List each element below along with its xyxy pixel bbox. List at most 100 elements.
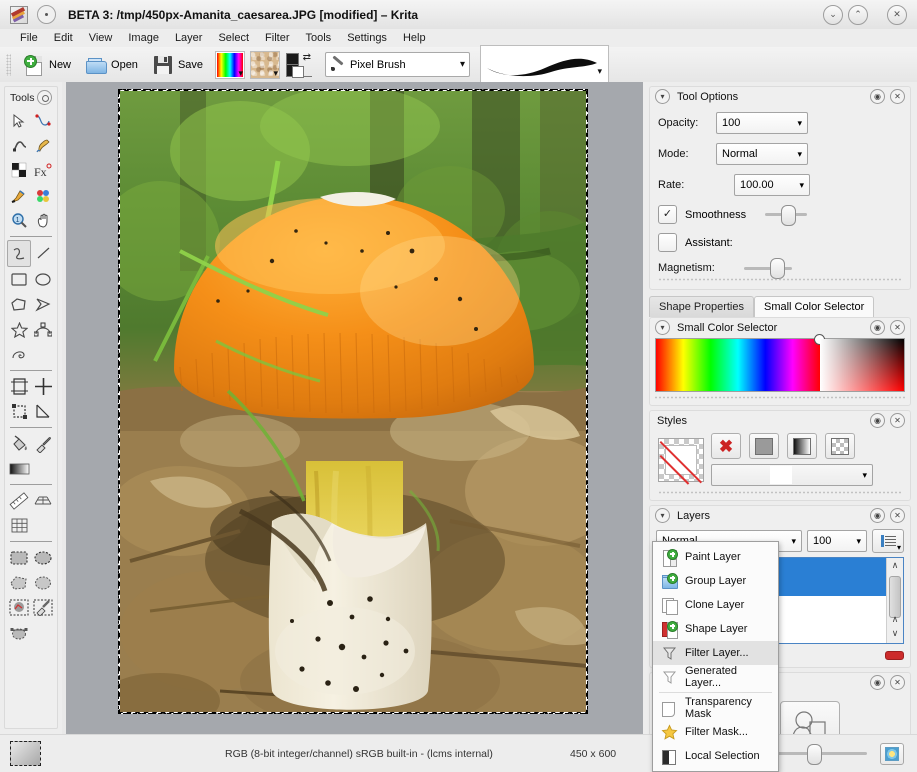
float-dock-icon[interactable]: ◉	[870, 508, 885, 523]
tool-bezier-curve[interactable]	[31, 317, 55, 342]
menu-item-transparency-mask[interactable]: Transparency Mask	[653, 696, 778, 720]
float-dock-icon[interactable]: ◉	[870, 675, 885, 690]
tool-select-elliptical[interactable]	[31, 545, 55, 570]
smoothness-slider[interactable]	[765, 208, 807, 222]
remove-layer-icon[interactable]	[885, 651, 904, 660]
tool-select-rectangular[interactable]	[7, 545, 31, 570]
tab-small-color-selector[interactable]: Small Color Selector	[754, 296, 874, 317]
document-canvas[interactable]	[118, 89, 588, 714]
menu-view[interactable]: View	[81, 31, 121, 45]
smoothness-checkbox[interactable]: ✓	[658, 205, 677, 224]
scroll-up-icon-2[interactable]: ∧	[887, 612, 903, 627]
close-window-button[interactable]: ✕	[887, 5, 907, 25]
close-dock-icon[interactable]: ✕	[890, 675, 905, 690]
float-dock-icon[interactable]: ◉	[870, 320, 885, 335]
tool-edit-path[interactable]	[31, 108, 55, 133]
menu-edit[interactable]: Edit	[46, 31, 81, 45]
opacity-combo[interactable]: 100 ▾	[716, 112, 808, 134]
zoom-preview-button[interactable]	[880, 743, 904, 765]
saturation-value-picker[interactable]	[820, 339, 904, 391]
style-gradient-button[interactable]	[787, 433, 817, 459]
magnetism-slider[interactable]	[744, 261, 792, 275]
shade-up-button[interactable]: ⌃	[848, 5, 868, 25]
tool-freehand-brush[interactable]	[7, 183, 31, 208]
style-solid-color-button[interactable]	[749, 433, 779, 459]
tool-polygon[interactable]	[7, 292, 31, 317]
menu-item-local-selection[interactable]: Local Selection	[653, 744, 778, 768]
foreground-background-color-icon[interactable]: ⇄	[285, 52, 313, 78]
dock-resize-grip[interactable]	[655, 395, 905, 400]
add-layer-context-menu[interactable]: Paint Layer Group Layer Clone Layer Shap…	[652, 541, 779, 772]
float-dock-icon[interactable]: ◉	[870, 89, 885, 104]
menu-help[interactable]: Help	[395, 31, 434, 45]
tool-select-shapes[interactable]	[7, 108, 31, 133]
tool-crop[interactable]	[7, 399, 31, 424]
menu-item-filter-mask[interactable]: Filter Mask...	[653, 720, 778, 744]
tool-select-contiguous[interactable]	[7, 595, 31, 620]
tool-calligraphy[interactable]	[7, 133, 31, 158]
menu-settings[interactable]: Settings	[339, 31, 395, 45]
tool-perspective-grid[interactable]	[31, 488, 55, 513]
close-dock-icon[interactable]: ✕	[890, 89, 905, 104]
style-pattern-button[interactable]	[825, 433, 855, 459]
tool-freehand-path[interactable]	[7, 240, 31, 267]
shade-down-button[interactable]: ⌄	[823, 5, 843, 25]
rate-combo[interactable]: 100.00 ▾	[734, 174, 810, 196]
no-style-icon[interactable]	[658, 438, 704, 482]
tool-dynamic-spiral[interactable]	[7, 342, 31, 367]
gradient-swatch-icon[interactable]: ▾	[215, 51, 245, 79]
menu-item-shape-layer[interactable]: Shape Layer	[653, 617, 778, 641]
tool-rectangle[interactable]	[7, 267, 31, 292]
mode-combo[interactable]: Normal ▾	[716, 143, 808, 165]
close-dock-icon[interactable]: ✕	[890, 413, 905, 428]
new-document-button[interactable]: New	[17, 52, 77, 78]
pattern-swatch-icon[interactable]: ▾	[250, 51, 280, 79]
float-dock-icon[interactable]: ◉	[870, 413, 885, 428]
tool-transform[interactable]	[7, 374, 31, 399]
menu-item-paint-layer[interactable]: Paint Layer	[653, 545, 778, 569]
menu-image[interactable]: Image	[120, 31, 167, 45]
tool-grid[interactable]	[7, 513, 31, 538]
close-dock-icon[interactable]: ✕	[890, 508, 905, 523]
scroll-up-icon[interactable]: ∧	[887, 558, 903, 573]
tool-ellipse[interactable]	[31, 267, 55, 292]
menu-item-clone-layer[interactable]: Clone Layer	[653, 593, 778, 617]
menu-select[interactable]: Select	[210, 31, 257, 45]
tool-zoom[interactable]: 1	[7, 208, 31, 233]
tool-move[interactable]	[31, 374, 55, 399]
style-none-button[interactable]: ✖	[711, 433, 741, 459]
hue-gradient-picker[interactable]	[656, 339, 820, 391]
stroke-width-selector[interactable]: ▾	[711, 464, 873, 486]
configure-icon[interactable]	[37, 90, 52, 105]
tool-select-outline[interactable]	[31, 570, 55, 595]
tool-gradient[interactable]	[7, 456, 31, 481]
assistant-checkbox[interactable]	[658, 233, 677, 252]
layer-opacity-combo[interactable]: 100 ▾	[807, 530, 867, 552]
tool-pattern-fill[interactable]	[7, 158, 31, 183]
tool-select-similar[interactable]	[31, 595, 55, 620]
menu-filter[interactable]: Filter	[257, 31, 297, 45]
menu-layer[interactable]: Layer	[167, 31, 211, 45]
open-document-button[interactable]: Open	[79, 52, 144, 78]
canvas-area[interactable]	[62, 82, 643, 735]
tool-color-picker[interactable]	[31, 431, 55, 456]
layer-list-scrollbar[interactable]: ∧ ∧ ∨	[886, 558, 903, 643]
tool-multibrush[interactable]	[31, 183, 55, 208]
toolbar-drag-handle[interactable]	[6, 54, 11, 76]
menu-file[interactable]: File	[12, 31, 46, 45]
collapse-icon[interactable]: ▾	[655, 508, 670, 523]
tab-shape-properties[interactable]: Shape Properties	[649, 296, 754, 317]
dock-resize-grip[interactable]	[658, 277, 902, 282]
tool-star[interactable]	[7, 317, 31, 342]
menu-tools[interactable]: Tools	[298, 31, 340, 45]
tool-select-polygonal[interactable]	[7, 570, 31, 595]
collapse-icon[interactable]: ▾	[655, 320, 670, 335]
tool-select-path[interactable]	[7, 620, 31, 645]
save-document-button[interactable]: Save	[146, 52, 209, 78]
menu-item-group-layer[interactable]: Group Layer	[653, 569, 778, 593]
tool-line[interactable]	[31, 240, 55, 265]
brush-preset-selector[interactable]: Pixel Brush ▾	[325, 52, 470, 77]
tool-fill[interactable]	[7, 431, 31, 456]
layer-properties-button[interactable]: ▾	[872, 529, 904, 553]
brush-stroke-preview[interactable]: ▾	[480, 45, 609, 85]
